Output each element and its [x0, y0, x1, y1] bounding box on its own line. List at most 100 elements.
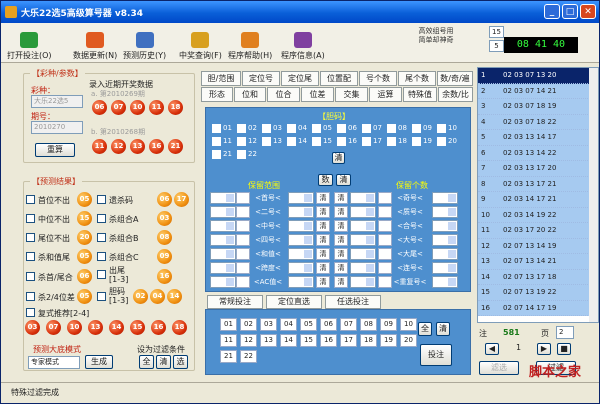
num-button[interactable]: 数: [318, 174, 333, 186]
miss-code-check[interactable]: [97, 195, 106, 204]
mode-select[interactable]: 专家模式: [28, 356, 80, 369]
tail-out-check[interactable]: [97, 270, 106, 279]
info-button[interactable]: 程序信息(A): [281, 25, 325, 61]
dan-check-03[interactable]: [262, 124, 271, 133]
count-check[interactable]: [378, 220, 392, 232]
count-check[interactable]: [378, 234, 392, 246]
tab-pos-merge[interactable]: 位合: [267, 87, 300, 102]
dan-check-15[interactable]: [312, 137, 321, 146]
data-update-button[interactable]: 数据更新(N): [73, 25, 117, 61]
count-check[interactable]: [378, 262, 392, 274]
filter-all-button[interactable]: 全: [139, 355, 154, 369]
tab-calc[interactable]: 运算: [369, 87, 402, 102]
count-check[interactable]: [378, 276, 392, 288]
bet-num-08[interactable]: 08: [360, 318, 377, 331]
dan-check-20[interactable]: [437, 137, 446, 146]
range-clear[interactable]: 清: [316, 206, 330, 218]
bet-num-10[interactable]: 10: [400, 318, 417, 331]
pos-diff-check[interactable]: [26, 292, 35, 301]
list-item[interactable]: 12 02 07 13 14 19: [478, 238, 598, 254]
range-max-select[interactable]: [288, 220, 314, 232]
close-button[interactable]: ✕: [580, 4, 596, 19]
tab-special[interactable]: 特殊值: [403, 87, 437, 102]
dan-check-13[interactable]: [262, 137, 271, 146]
list-item[interactable]: 5 02 03 13 14 17: [478, 130, 598, 146]
count-max-select[interactable]: [432, 192, 458, 204]
range-check[interactable]: [236, 262, 250, 274]
bet-num-20[interactable]: 20: [400, 334, 417, 347]
count-max-select[interactable]: [432, 248, 458, 260]
generate-button[interactable]: 生成: [85, 355, 113, 369]
count-max-select[interactable]: [432, 276, 458, 288]
dan-check-17[interactable]: [362, 137, 371, 146]
count-clear[interactable]: 清: [334, 276, 348, 288]
count-clear[interactable]: 清: [334, 248, 348, 260]
tab-shape[interactable]: 形态: [201, 87, 233, 102]
tab-pos-sum[interactable]: 位和: [234, 87, 266, 102]
dan-check-01[interactable]: [212, 124, 221, 133]
count-clear[interactable]: 清: [334, 206, 348, 218]
bet-num-01[interactable]: 01: [220, 318, 237, 331]
list-item[interactable]: 10 02 03 14 19 22: [478, 207, 598, 223]
combo-a-check[interactable]: [97, 214, 106, 223]
tab-pos-num[interactable]: 定位号: [242, 71, 280, 86]
range-clear[interactable]: 清: [316, 234, 330, 246]
dan-check-19[interactable]: [412, 137, 421, 146]
range-clear[interactable]: 清: [316, 192, 330, 204]
dan-check-11[interactable]: [212, 137, 221, 146]
tab-pos-tail[interactable]: 定位尾: [281, 71, 319, 86]
count-max-select[interactable]: [432, 262, 458, 274]
list-item[interactable]: 3 02 03 07 18 19: [478, 99, 598, 115]
predict-history-button[interactable]: 预测历史(Y): [123, 25, 166, 61]
bet-num-17[interactable]: 17: [340, 334, 357, 347]
range-min-select[interactable]: [210, 192, 236, 204]
bet-num-14[interactable]: 14: [280, 334, 297, 347]
bet-num-04[interactable]: 04: [280, 318, 297, 331]
filter-clear-button[interactable]: 清: [156, 355, 171, 369]
dan-check-08[interactable]: [387, 124, 396, 133]
dan-check-07[interactable]: [362, 124, 371, 133]
range-min-select[interactable]: [210, 262, 236, 274]
dan-code-check[interactable]: [97, 292, 106, 301]
head-tail-check[interactable]: [26, 272, 35, 281]
tab-intersect[interactable]: 交集: [335, 87, 368, 102]
count-min-select[interactable]: [350, 248, 376, 260]
dan-check-09[interactable]: [412, 124, 421, 133]
combo-c-check[interactable]: [97, 252, 106, 261]
bet-num-19[interactable]: 19: [380, 334, 397, 347]
range-min-select[interactable]: [210, 206, 236, 218]
result-list[interactable]: 1 02 03 07 13 20 2 02 03 07 14 21 3 02 03 07 …: [477, 67, 599, 323]
range-check[interactable]: [236, 206, 250, 218]
bet-clear-button[interactable]: 清: [436, 322, 450, 336]
bet-num-15[interactable]: 15: [300, 334, 317, 347]
dan-check-04[interactable]: [287, 124, 296, 133]
count-clear[interactable]: 清: [334, 192, 348, 204]
range-max-select[interactable]: [288, 248, 314, 260]
count-check[interactable]: [378, 206, 392, 218]
tab-remainder[interactable]: 余数/比: [438, 87, 473, 102]
count-min-select[interactable]: [350, 276, 376, 288]
count-clear[interactable]: 清: [334, 220, 348, 232]
open-bet-button[interactable]: 打开投注(O): [7, 25, 52, 61]
list-item[interactable]: 2 02 03 07 14 21: [478, 83, 598, 99]
list-item[interactable]: 14 02 07 13 17 18: [478, 269, 598, 285]
dan-clear-button[interactable]: 清: [332, 152, 345, 164]
count-max-select[interactable]: [432, 220, 458, 232]
period-input[interactable]: 2010270: [31, 121, 83, 134]
range-min-select[interactable]: [210, 248, 236, 260]
first-miss-check[interactable]: [26, 195, 35, 204]
lottery-select[interactable]: 大乐22选5: [31, 95, 83, 108]
range-min-select[interactable]: [210, 234, 236, 246]
recalc-button[interactable]: 重算: [35, 143, 75, 157]
list-item[interactable]: 13 02 07 13 14 21: [478, 254, 598, 270]
count-min-select[interactable]: [350, 206, 376, 218]
bet-num-11[interactable]: 11: [220, 334, 237, 347]
bet-num-12[interactable]: 12: [240, 334, 257, 347]
dan-check-18[interactable]: [387, 137, 396, 146]
tab-dan-range[interactable]: 胆/范围: [201, 71, 241, 86]
list-item[interactable]: 7 02 03 13 17 20: [478, 161, 598, 177]
count-max-select[interactable]: [432, 234, 458, 246]
count-min-select[interactable]: [350, 192, 376, 204]
tab-normal-bet[interactable]: 常规投注: [207, 295, 263, 309]
tab-pos-diff[interactable]: 位差: [301, 87, 334, 102]
